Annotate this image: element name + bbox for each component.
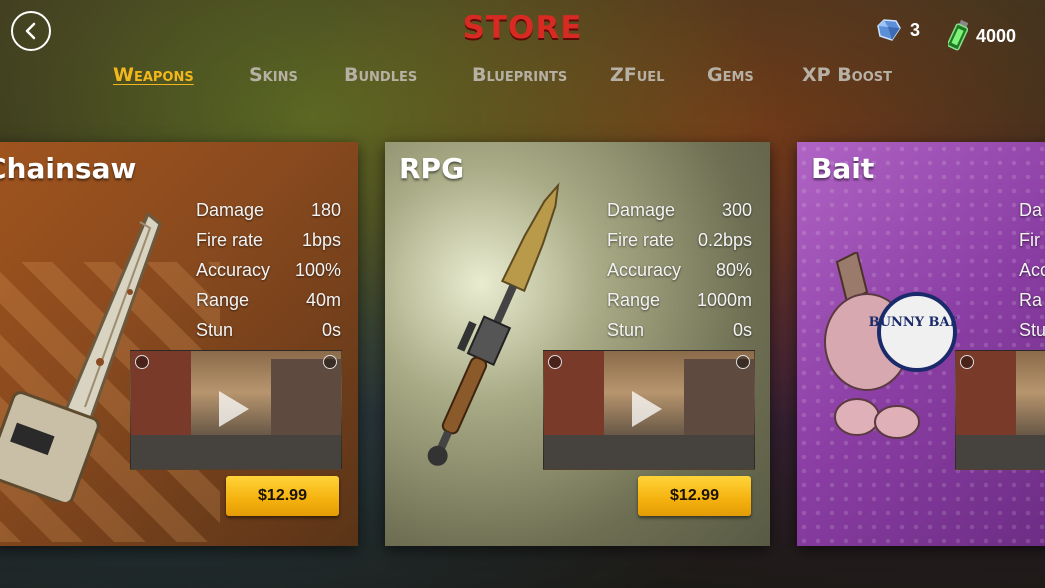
tab-xp-boost[interactable]: XP Boost — [802, 64, 892, 86]
stat-accuracy: Accuracy 100% — [196, 260, 341, 290]
stat-damage: Damage 180 — [196, 200, 341, 230]
stat-label: Stun — [196, 320, 234, 340]
tab-weapons[interactable]: Weapons — [113, 64, 194, 86]
stat-range: Range 40m — [196, 290, 341, 320]
stat-label: Damage — [196, 200, 265, 220]
fuel-canister-icon — [948, 19, 968, 51]
stat-label: Stu — [1019, 320, 1045, 340]
item-name: Chainsaw — [0, 152, 137, 185]
fuel-count: 4000 — [976, 25, 1017, 46]
gem-balance: 3 — [874, 18, 920, 42]
stat-label: Stun — [607, 320, 645, 340]
stat-range: Ra — [1019, 290, 1045, 320]
hud-icon — [548, 355, 562, 369]
item-stats: Da Fir Acc Ra Stu — [1019, 200, 1045, 350]
item-card-bait[interactable]: Bait BUNNY BAIT Da Fir Acc Ra Stu — [797, 142, 1045, 546]
stat-damage: Da — [1019, 200, 1045, 230]
video-scene — [271, 359, 341, 439]
stat-value: 80% — [715, 260, 752, 280]
preview-video[interactable] — [543, 350, 755, 470]
stat-stun: Stun 0s — [607, 320, 752, 350]
video-scene — [956, 435, 1045, 469]
stat-value: 0s — [732, 320, 752, 340]
item-card-chainsaw[interactable]: Chainsaw Damage 180 Fire rate 1bps Accurac… — [0, 142, 358, 546]
stat-label: Da — [1019, 200, 1043, 220]
stat-label: Acc — [1019, 260, 1045, 280]
play-icon[interactable] — [219, 391, 249, 427]
stat-value: 0s — [321, 320, 341, 340]
stat-fire-rate: Fire rate 0.2bps — [607, 230, 752, 260]
buy-button[interactable]: $12.99 — [226, 476, 339, 516]
stat-label: Ra — [1019, 290, 1043, 310]
tab-skins[interactable]: Skins — [249, 64, 298, 86]
stat-label: Range — [607, 290, 661, 310]
stat-label: Fire rate — [196, 230, 264, 250]
fuel-balance: 4000 — [948, 18, 1016, 54]
stat-range: Range 1000m — [607, 290, 752, 320]
stat-value: 1bps — [301, 230, 341, 250]
item-stats: Damage 180 Fire rate 1bps Accuracy 100% Ran… — [196, 200, 341, 350]
stat-value: 180 — [310, 200, 341, 220]
stat-label: Damage — [607, 200, 676, 220]
buy-button[interactable]: $12.99 — [638, 476, 751, 516]
video-scene — [131, 435, 341, 469]
top-bar: STORE 3 4000 Weapons Skins Bundles Bluep… — [0, 0, 1045, 110]
stat-value: 300 — [721, 200, 752, 220]
hud-icon — [960, 355, 974, 369]
stat-value: 100% — [294, 260, 341, 280]
preview-video[interactable] — [130, 350, 342, 470]
tab-gems[interactable]: Gems — [707, 64, 754, 86]
stat-value: 40m — [305, 290, 341, 310]
hud-icon — [135, 355, 149, 369]
tab-zfuel[interactable]: ZFuel — [610, 64, 664, 86]
stat-fire-rate: Fire rate 1bps — [196, 230, 341, 260]
item-card-rpg[interactable]: RPG Damage 300 Fire rate 0.2bps Accuracy 80… — [385, 142, 770, 546]
item-name: Bait — [811, 152, 875, 185]
stat-stun: Stun 0s — [196, 320, 341, 350]
tab-blueprints[interactable]: Blueprints — [472, 64, 567, 86]
hud-icon — [323, 355, 337, 369]
store-tabs: Weapons Skins Bundles Blueprints ZFuel G… — [0, 64, 1045, 94]
preview-video[interactable] — [955, 350, 1045, 470]
stat-accuracy: Accuracy 80% — [607, 260, 752, 290]
bunny-bait-image: BUNNY BAIT — [824, 252, 957, 439]
stat-value: 1000m — [696, 290, 752, 310]
tab-bundles[interactable]: Bundles — [344, 64, 417, 86]
video-scene — [544, 435, 754, 469]
gem-icon — [877, 19, 901, 41]
item-stats: Damage 300 Fire rate 0.2bps Accuracy 80% Ra… — [607, 200, 752, 350]
stat-label: Fir — [1019, 230, 1040, 250]
stat-fire-rate: Fir — [1019, 230, 1045, 260]
video-scene — [684, 359, 754, 439]
play-icon[interactable] — [632, 391, 662, 427]
stat-value: 0.2bps — [697, 230, 752, 250]
hud-icon — [736, 355, 750, 369]
stat-accuracy: Acc — [1019, 260, 1045, 290]
stat-label: Range — [196, 290, 250, 310]
stat-damage: Damage 300 — [607, 200, 752, 230]
stat-label: Accuracy — [607, 260, 682, 280]
gem-count: 3 — [910, 19, 921, 40]
stat-stun: Stu — [1019, 320, 1045, 350]
stat-label: Fire rate — [607, 230, 675, 250]
drum-label: BUNNY BAIT — [869, 315, 957, 330]
stat-label: Accuracy — [196, 260, 271, 280]
